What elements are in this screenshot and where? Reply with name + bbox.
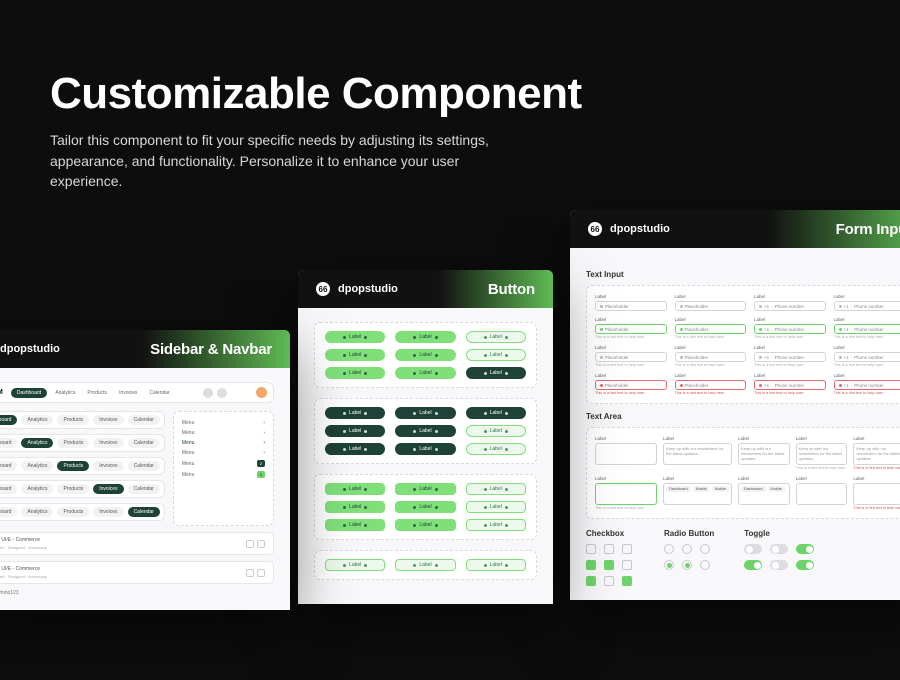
- section-text-input: Text Input: [586, 270, 900, 279]
- phone-input[interactable]: +1·Phone number: [834, 301, 900, 311]
- card-button: 66 dpopstudio Button Label Label Label L…: [298, 270, 553, 604]
- more-icon[interactable]: [257, 569, 265, 577]
- card-title: Button: [488, 281, 535, 298]
- task-title: Create UI/E - Commerce: [0, 537, 47, 543]
- more-icon[interactable]: [257, 540, 265, 548]
- share-icon[interactable]: [246, 569, 254, 577]
- text-input-error[interactable]: Placeholder: [595, 380, 667, 390]
- nav-item[interactable]: Invoices: [115, 388, 141, 398]
- card-sidebar-navbar: 66 dpopstudio Sidebar & Navbar xCRM Dash…: [0, 330, 290, 610]
- share-icon[interactable]: [246, 540, 254, 548]
- toggle[interactable]: [744, 544, 762, 554]
- nav-item-active[interactable]: Dashboard: [11, 388, 47, 398]
- toggle-on[interactable]: [796, 544, 814, 554]
- section-text-area: Text Area: [586, 412, 900, 421]
- brand: 66 dpopstudio: [588, 222, 670, 236]
- task-card[interactable]: Create UI/E - Commerce Completed · Desig…: [0, 532, 274, 555]
- hero-subtitle: Tailor this component to fit your specif…: [50, 130, 530, 191]
- card-title: Form Input: [836, 221, 900, 238]
- nav-item[interactable]: Analytics: [51, 388, 79, 398]
- menu-item[interactable]: Menu›: [182, 418, 265, 428]
- user-label: Amino @amino123: [0, 590, 274, 596]
- sidebar-menu-sample: Menu› Menu› Menu› Menu› Menu2 Menu3: [173, 411, 274, 526]
- brand: 66 dpopstudio: [0, 342, 60, 356]
- nav-pill[interactable]: Dashboard: [0, 415, 17, 425]
- navbar-full: xCRM Dashboard Analytics Products Invoic…: [0, 382, 274, 403]
- task-meta: Completed · Designed · #microapp: [0, 545, 47, 550]
- checkbox[interactable]: [586, 544, 596, 554]
- brand: 66 dpopstudio: [316, 282, 398, 296]
- card-title: Sidebar & Navbar: [150, 341, 272, 358]
- section-radio: Radio Button: [664, 529, 714, 538]
- text-input-cell: LabelPlaceholder: [595, 294, 667, 311]
- hero-title: Customizable Component: [50, 70, 582, 118]
- text-input[interactable]: Placeholder: [675, 301, 747, 311]
- task-card[interactable]: Create UI/E - Commerce Completed · Desig…: [0, 561, 274, 584]
- checkbox-checked[interactable]: [586, 560, 596, 570]
- app-logo: xCRM: [0, 389, 3, 396]
- text-input[interactable]: Placeholder: [595, 301, 667, 311]
- radio[interactable]: [664, 544, 674, 554]
- brand-logo-icon: 66: [588, 222, 602, 236]
- bell-icon[interactable]: [217, 388, 227, 398]
- section-checkbox: Checkbox: [586, 529, 634, 538]
- card-form-input: 66 dpopstudio Form Input Text Input Labe…: [570, 210, 900, 600]
- textarea[interactable]: [595, 443, 657, 465]
- nav-item[interactable]: Calendar: [145, 388, 173, 398]
- button-square[interactable]: Label: [325, 483, 385, 495]
- button-outline[interactable]: Label: [466, 331, 526, 343]
- menu-item-active[interactable]: Menu›: [182, 438, 265, 448]
- brand-logo-icon: 66: [316, 282, 330, 296]
- text-input-focused[interactable]: Placeholder: [595, 324, 667, 334]
- section-toggle: Toggle: [744, 529, 816, 538]
- avatar[interactable]: [256, 387, 267, 398]
- button-primary[interactable]: Label: [325, 331, 385, 343]
- nav-item[interactable]: Products: [83, 388, 111, 398]
- phone-input[interactable]: +1·Phone number: [754, 301, 826, 311]
- search-icon[interactable]: [203, 388, 213, 398]
- button-dark[interactable]: Label: [466, 367, 526, 379]
- radio-selected[interactable]: [664, 560, 674, 570]
